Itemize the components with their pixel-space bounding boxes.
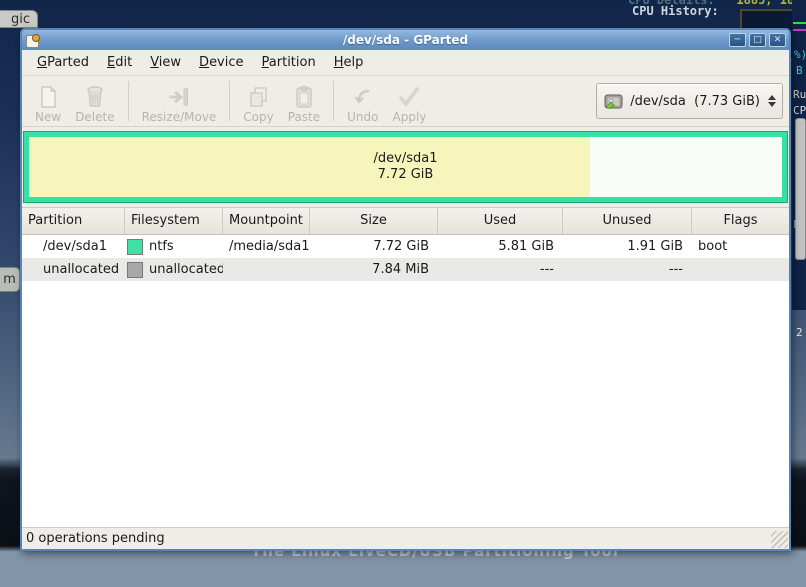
new-button[interactable]: New (28, 76, 68, 126)
toolbar-separator (333, 81, 334, 121)
cpu-trace-magenta (793, 29, 806, 31)
device-selector-value: /dev/sda (7.73 GiB) (630, 94, 760, 109)
new-document-icon (37, 85, 59, 109)
bg-scrollbar-fragment (795, 118, 806, 260)
menu-device[interactable]: Device (190, 52, 252, 73)
table-row[interactable]: /dev/sda1 ntfs /media/sda1 7.72 GiB 5.81… (22, 235, 789, 258)
status-bar: 0 operations pending (22, 527, 789, 549)
menubar: GParted Edit View Device Partition Help (22, 50, 789, 76)
col-header-flags[interactable]: Flags (692, 208, 789, 234)
bg-fragment: 2 (796, 326, 803, 339)
combo-spinner-icon[interactable] (768, 95, 776, 107)
filesystem-color-swatch (127, 262, 143, 278)
close-button[interactable]: ✕ (769, 33, 786, 47)
menu-edit[interactable]: Edit (98, 52, 141, 73)
undo-button[interactable]: Undo (340, 76, 385, 126)
device-selector[interactable]: /dev/sda (7.73 GiB) (596, 83, 783, 119)
delete-button[interactable]: Delete (68, 76, 121, 126)
undo-arrow-icon (352, 85, 374, 109)
background-tab-gic[interactable]: gic (0, 10, 38, 28)
menu-gparted[interactable]: GParted (28, 52, 98, 73)
table-header: Partition Filesystem Mountpoint Size Use… (22, 208, 789, 235)
partition-table: /dev/sda1 ntfs /media/sda1 7.72 GiB 5.81… (22, 235, 789, 527)
table-row[interactable]: unallocated unallocated 7.84 MiB --- --- (22, 258, 789, 281)
bg-fragment: %) (794, 48, 806, 61)
bg-fragment: Ru (793, 88, 806, 101)
desktop: CPU Details: 1885, 1806 CPU History: %) … (0, 0, 806, 587)
partition-bar-label: /dev/sda1 7.72 GiB (29, 151, 782, 183)
bg-fragment: ·· (796, 350, 801, 359)
gparted-window: /dev/sda - GParted ─ □ ✕ GParted Edit Vi… (20, 28, 791, 551)
partition-visual-area: /dev/sda1 7.72 GiB (22, 127, 789, 208)
background-tab-m[interactable]: m (0, 267, 20, 292)
col-header-size[interactable]: Size (310, 208, 438, 234)
partition-bar[interactable]: /dev/sda1 7.72 GiB (24, 132, 787, 202)
trash-icon (84, 85, 106, 109)
maximize-button[interactable]: □ (749, 33, 766, 47)
cpu-trace-green (793, 22, 806, 24)
col-header-partition[interactable]: Partition (22, 208, 125, 234)
minimize-button[interactable]: ─ (729, 33, 746, 47)
hard-disk-icon (604, 94, 623, 109)
titlebar[interactable]: /dev/sda - GParted ─ □ ✕ (22, 30, 789, 50)
resize-move-arrow-icon (166, 85, 192, 109)
col-header-filesystem[interactable]: Filesystem (125, 208, 223, 234)
col-header-used[interactable]: Used (438, 208, 563, 234)
resize-move-button[interactable]: Resize/Move (135, 76, 224, 126)
paste-button[interactable]: Paste (281, 76, 327, 126)
copy-button[interactable]: Copy (236, 76, 280, 126)
menu-view[interactable]: View (141, 52, 190, 73)
col-header-unused[interactable]: Unused (563, 208, 692, 234)
menu-partition[interactable]: Partition (253, 52, 325, 73)
toolbar: New Delete Resize/Move (22, 76, 789, 127)
copy-icon (248, 85, 270, 109)
paste-clipboard-icon (293, 85, 315, 109)
cpu-history-label: CPU History: (632, 4, 719, 18)
status-text: 0 operations pending (26, 531, 165, 546)
apply-check-icon (397, 85, 421, 109)
toolbar-separator (128, 81, 129, 121)
resize-grip[interactable] (771, 531, 788, 548)
filesystem-color-swatch (127, 239, 143, 255)
menu-help[interactable]: Help (325, 52, 373, 73)
col-header-mountpoint[interactable]: Mountpoint (223, 208, 310, 234)
toolbar-separator (229, 81, 230, 121)
bg-fragment: B (796, 64, 803, 77)
bg-fragment: M (794, 218, 801, 231)
bg-fragment: CP (793, 104, 806, 117)
apply-button[interactable]: Apply (386, 76, 434, 126)
window-title: /dev/sda - GParted (22, 33, 789, 47)
